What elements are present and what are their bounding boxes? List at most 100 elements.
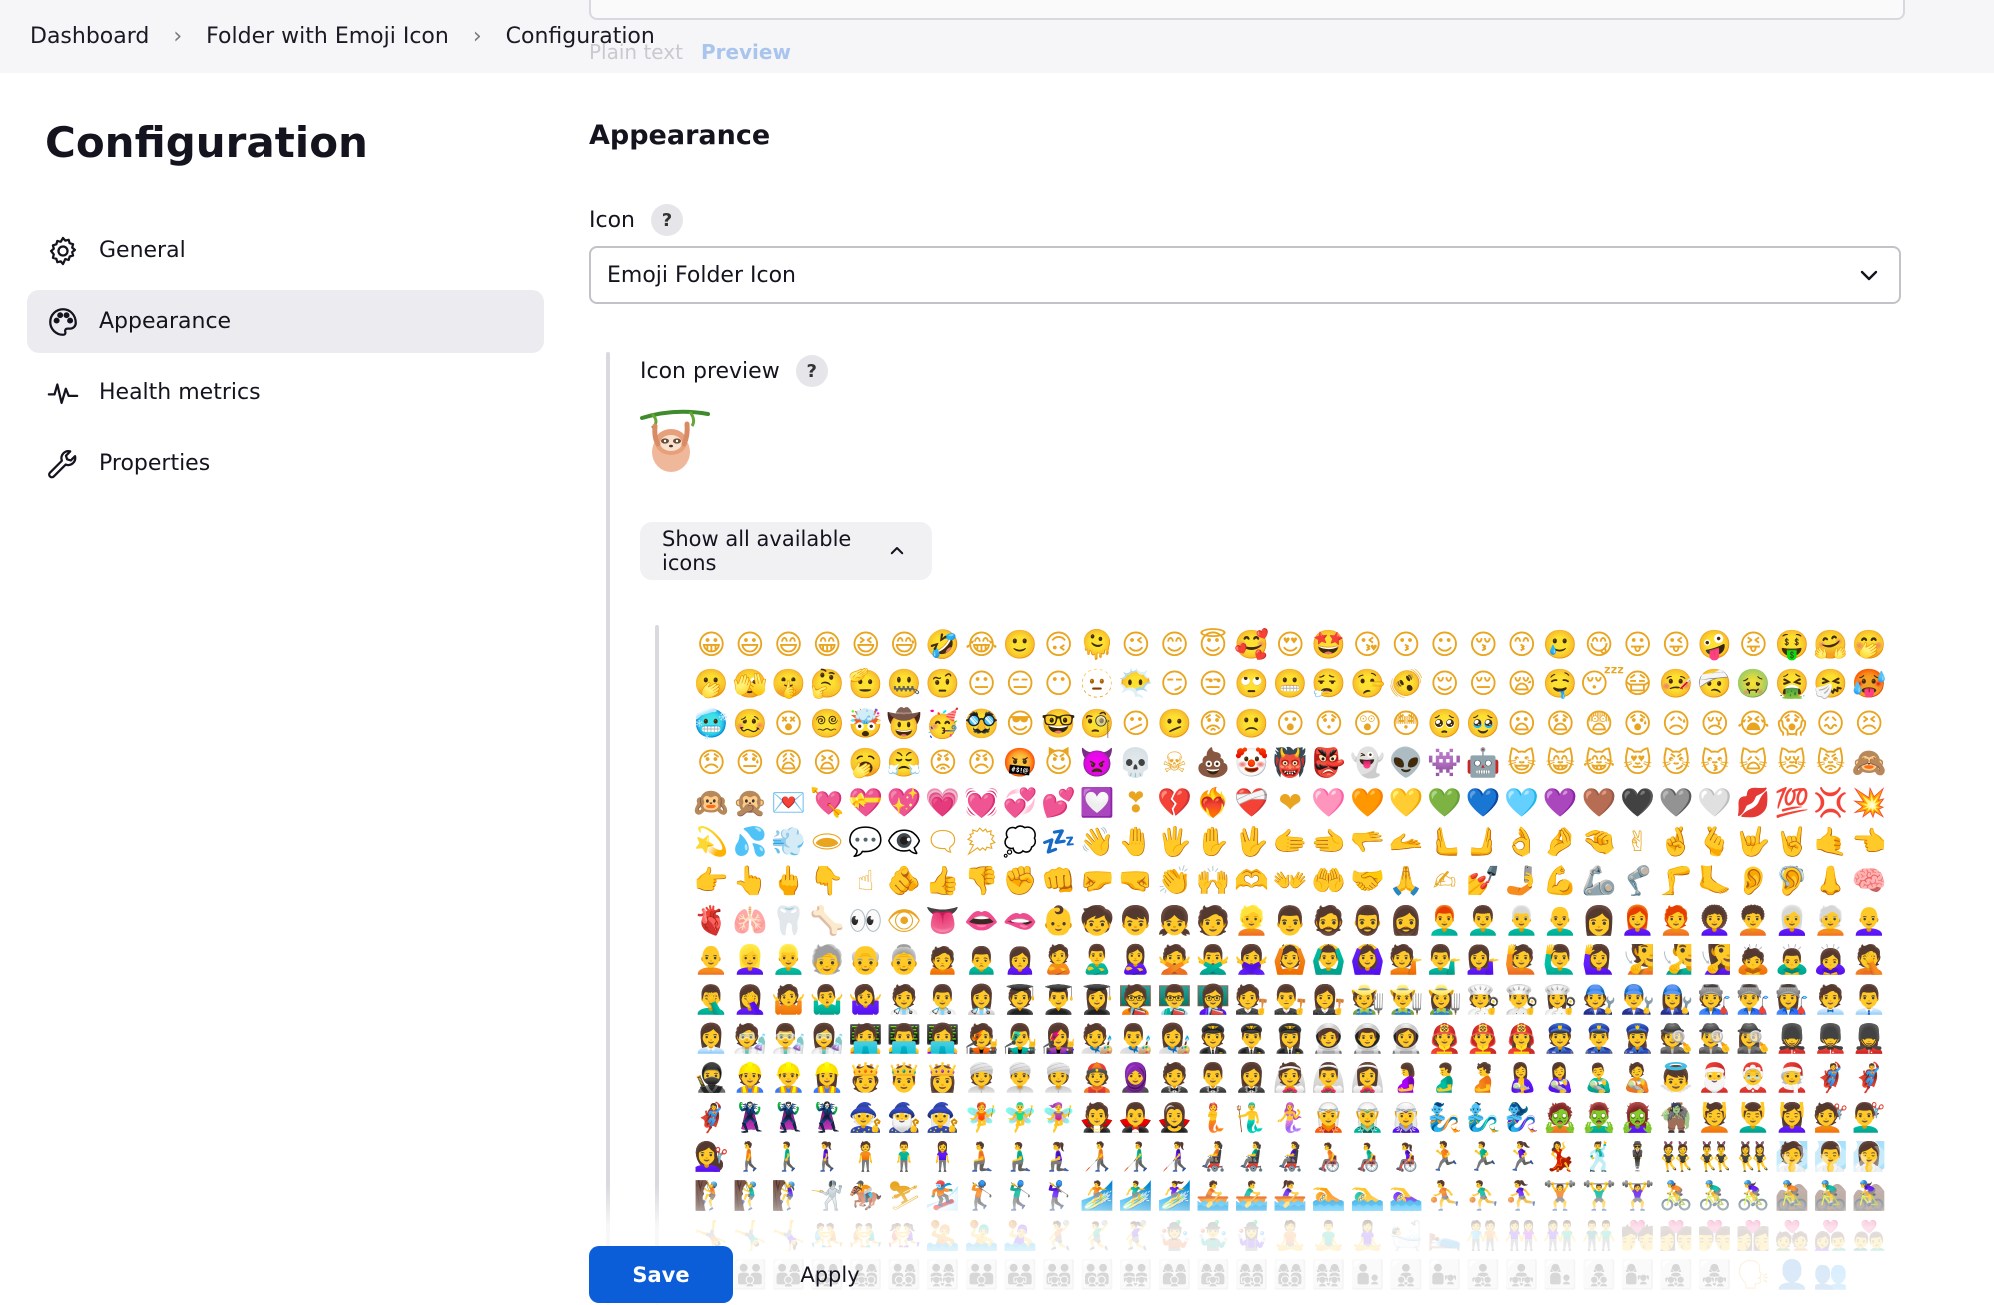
emoji-icon-option[interactable]: 🧑‍💻 [846,1019,885,1058]
emoji-icon-option[interactable]: 🤐 [885,664,924,703]
emoji-icon-option[interactable]: 😺 [1502,743,1541,782]
emoji-icon-option[interactable]: 🙆‍♀️ [1348,940,1387,979]
emoji-icon-option[interactable]: 🧌 [1657,1098,1696,1137]
emoji-icon-option[interactable]: 👲 [1078,1058,1117,1097]
emoji-icon-option[interactable]: 🙆‍♂️ [1310,940,1349,979]
emoji-icon-option[interactable]: 👩‍🍼 [1541,1058,1580,1097]
emoji-icon-option[interactable]: 😡 [924,743,963,782]
emoji-icon-option[interactable]: 🧖‍♀️ [1850,1137,1889,1176]
breadcrumb-configuration[interactable]: Configuration [506,24,655,49]
emoji-icon-option[interactable]: 😸 [1541,743,1580,782]
emoji-icon-option[interactable]: 🦶 [1695,861,1734,900]
emoji-icon-option[interactable]: 🦵 [1657,861,1696,900]
emoji-icon-option[interactable]: 👮‍♀️ [1618,1019,1657,1058]
emoji-icon-option[interactable]: 🧔‍♀️ [1387,901,1426,940]
emoji-icon-option[interactable]: 👊 [1039,861,1078,900]
emoji-icon-option[interactable]: 🤏 [1580,822,1619,861]
emoji-icon-option[interactable]: 🧖‍♂️ [1811,1137,1850,1176]
emoji-icon-option[interactable]: 👨‍⚖️ [1271,980,1310,1019]
emoji-icon-option[interactable]: 😞 [692,743,731,782]
apply-button[interactable]: Apply [770,1246,890,1303]
emoji-icon-option[interactable]: 🧑‍✈️ [1194,1019,1233,1058]
emoji-icon-option[interactable]: 🫀 [692,901,731,940]
emoji-icon-option[interactable]: 🤷‍♂️ [808,980,847,1019]
emoji-icon-option[interactable]: 👷‍♀️ [808,1058,847,1097]
emoji-icon-option[interactable]: 🦾 [1580,861,1619,900]
emoji-icon-option[interactable]: 😃 [731,625,770,664]
tab-preview[interactable]: Preview [701,40,791,64]
emoji-icon-option[interactable]: 😌 [1425,664,1464,703]
emoji-icon-option[interactable]: 🤒 [1657,664,1696,703]
emoji-icon-option[interactable]: 🕵️‍♀️ [1734,1019,1773,1058]
emoji-icon-option[interactable]: 👄 [962,901,1001,940]
emoji-icon-option[interactable]: 😀 [692,625,731,664]
emoji-icon-option[interactable]: 🖤 [1618,783,1657,822]
emoji-icon-option[interactable]: 🤠 [885,704,924,743]
emoji-icon-option[interactable]: 🫶 [1232,861,1271,900]
emoji-icon-option[interactable]: 🧏‍♀️ [1695,940,1734,979]
emoji-icon-option[interactable]: 🧟‍♂️ [1580,1098,1619,1137]
emoji-icon-option[interactable]: 💖 [885,783,924,822]
emoji-icon-option[interactable]: 🧛‍♂️ [1117,1098,1156,1137]
emoji-icon-option[interactable]: 🗯 [962,822,1001,861]
emoji-icon-option[interactable]: 🧛‍♀️ [1155,1098,1194,1137]
emoji-icon-option[interactable]: 🧚 [962,1098,1001,1137]
emoji-icon-option[interactable]: 💙 [1464,783,1503,822]
emoji-icon-option[interactable]: 👻 [1348,743,1387,782]
emoji-icon-option[interactable]: 🖕 [769,861,808,900]
emoji-icon-option[interactable]: 👨‍🎤 [1001,1019,1040,1058]
emoji-icon-option[interactable]: 🧑 [1194,901,1233,940]
emoji-icon-option[interactable]: 🤟 [1734,822,1773,861]
emoji-icon-option[interactable]: 😔 [1464,664,1503,703]
emoji-icon-option[interactable]: 🙋‍♀️ [1580,940,1619,979]
emoji-icon-option[interactable]: 😝 [1734,625,1773,664]
emoji-icon-option[interactable]: 😒 [1194,664,1233,703]
emoji-icon-option[interactable]: 🙇 [1734,940,1773,979]
emoji-icon-option[interactable]: 🦸‍♂️ [1850,1058,1889,1097]
emoji-icon-option[interactable]: 🕵 [1657,1019,1696,1058]
emoji-icon-option[interactable]: 😲 [1348,704,1387,743]
emoji-icon-option[interactable]: 👺 [1310,743,1349,782]
emoji-icon-option[interactable]: 🫃 [1425,1058,1464,1097]
emoji-icon-option[interactable]: 👨‍🦰 [1425,901,1464,940]
emoji-icon-option[interactable]: 🦸 [1811,1058,1850,1097]
emoji-icon-option[interactable]: 👩‍💻 [924,1019,963,1058]
emoji-icon-option[interactable]: 😗 [1387,625,1426,664]
emoji-icon-option[interactable]: 🤌 [1541,822,1580,861]
emoji-icon-option[interactable]: ❤️‍🔥 [1194,783,1233,822]
emoji-icon-option[interactable]: 💌 [769,783,808,822]
emoji-icon-option[interactable]: 🙅 [1155,940,1194,979]
emoji-icon-option[interactable]: 👩‍🚀 [1387,1019,1426,1058]
emoji-icon-option[interactable]: 😷 [1618,664,1657,703]
emoji-icon-option[interactable]: 😈 [1039,743,1078,782]
emoji-icon-option[interactable]: 👨‍🔬 [769,1019,808,1058]
emoji-icon-option[interactable]: 🧑‍🚀 [1310,1019,1349,1058]
emoji-icon-option[interactable]: 😥 [1657,704,1696,743]
emoji-icon-option[interactable]: 🦷 [769,901,808,940]
emoji-icon-option[interactable]: 🤷‍♀️ [846,980,885,1019]
emoji-icon-option[interactable]: 🙊 [731,783,770,822]
emoji-icon-option[interactable]: 😤 [885,743,924,782]
emoji-icon-option[interactable]: 🧓 [808,940,847,979]
sidebar-item-general[interactable]: General [27,219,544,282]
emoji-icon-option[interactable]: 👩‍🍳 [1541,980,1580,1019]
emoji-icon-option[interactable]: 💞 [1001,783,1040,822]
sidebar-item-appearance[interactable]: Appearance [27,290,544,353]
emoji-icon-option[interactable]: 💦 [731,822,770,861]
emoji-icon-option[interactable]: 🫥 [1078,664,1117,703]
emoji-icon-option[interactable]: 🥸 [962,704,1001,743]
emoji-icon-option[interactable]: 🏃‍♀️ [1502,1137,1541,1176]
emoji-icon-option[interactable]: 🧑‍🦰 [1657,901,1696,940]
emoji-icon-option[interactable]: 🕴 [1618,1137,1657,1176]
emoji-icon-option[interactable]: 😚 [1464,625,1503,664]
emoji-icon-option[interactable]: 🧙‍♂️ [885,1098,924,1137]
emoji-icon-option[interactable]: 👰‍♂️ [1310,1058,1349,1097]
emoji-icon-option[interactable]: 💇‍♀️ [692,1137,731,1176]
emoji-icon-option[interactable]: 👳 [962,1058,1001,1097]
emoji-icon-option[interactable]: 👮 [1541,1019,1580,1058]
emoji-icon-option[interactable]: 🙂 [1001,625,1040,664]
emoji-icon-option[interactable]: 🙍‍♂️ [962,940,1001,979]
emoji-icon-option[interactable]: 👨‍🍼 [1580,1058,1619,1097]
emoji-icon-option[interactable]: 🤷 [769,980,808,1019]
show-all-icons-button[interactable]: Show all available icons [640,522,932,580]
